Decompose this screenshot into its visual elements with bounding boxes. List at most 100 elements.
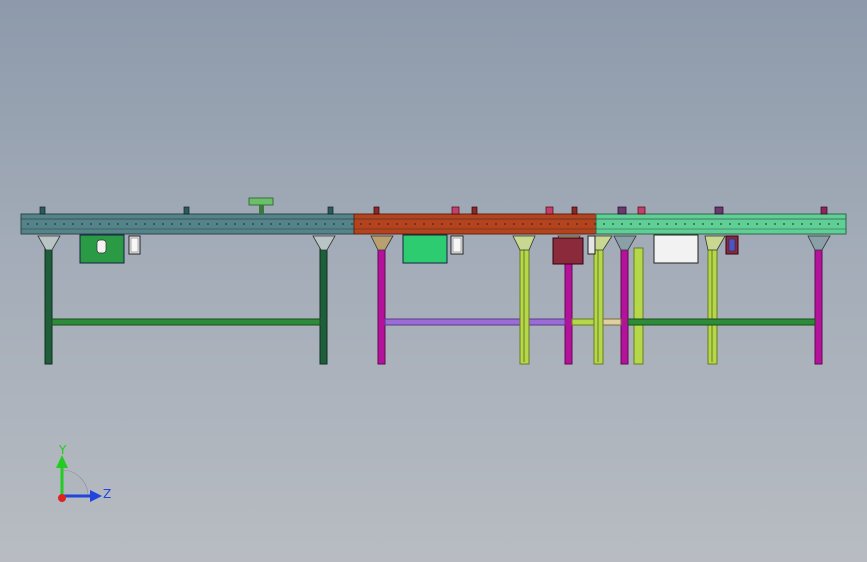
z-axis-label: Z bbox=[103, 487, 111, 501]
rail-bolt-hole bbox=[63, 223, 65, 225]
triad-arc bbox=[61, 469, 89, 497]
rail-bolt-hole bbox=[351, 223, 353, 225]
rail-bolt-hole bbox=[36, 223, 38, 225]
rail-bolt-hole bbox=[252, 223, 254, 225]
axis-triad[interactable]: Y Z bbox=[56, 443, 111, 502]
rail-bolt-hole bbox=[603, 223, 605, 225]
legs-section-2 bbox=[377, 247, 573, 365]
rail-bolt-hole bbox=[369, 223, 371, 225]
rail-bolt-hole bbox=[396, 223, 398, 225]
rail-bolt-hole bbox=[531, 223, 533, 225]
rail-bolt-hole bbox=[630, 223, 632, 225]
cad-viewport[interactable]: Y Z bbox=[0, 0, 867, 562]
rail-bolt-hole bbox=[801, 223, 803, 225]
rail-bolt-hole bbox=[288, 223, 290, 225]
rail-bolt-hole bbox=[261, 223, 263, 225]
rail-bolt-hole bbox=[504, 223, 506, 225]
rail-bolt-hole bbox=[765, 223, 767, 225]
rail-bolt-hole bbox=[459, 223, 461, 225]
rail-bolt-hole bbox=[45, 223, 47, 225]
rail-bolt-hole bbox=[333, 223, 335, 225]
rail-bolt-hole bbox=[117, 223, 119, 225]
rail-bolt-hole bbox=[756, 223, 758, 225]
rail-bolt-hole bbox=[693, 223, 695, 225]
rail-bolt-hole bbox=[234, 223, 236, 225]
rail-bolt-hole bbox=[198, 223, 200, 225]
rail-bolt-hole bbox=[837, 223, 839, 225]
x-axis-dot bbox=[58, 494, 66, 502]
rail-bolt-hole bbox=[594, 223, 596, 225]
rail-bolt-hole bbox=[441, 223, 443, 225]
rail-bolt-hole bbox=[108, 223, 110, 225]
rail-bolt-hole bbox=[54, 223, 56, 225]
rail-bolt-hole bbox=[414, 223, 416, 225]
y-axis-label: Y bbox=[58, 443, 67, 457]
rail-bolt-hole bbox=[126, 223, 128, 225]
rail-bolt-hole bbox=[621, 223, 623, 225]
rail-bolt-hole bbox=[378, 223, 380, 225]
rail-bolt-hole bbox=[684, 223, 686, 225]
rail-bolt-hole bbox=[495, 223, 497, 225]
rail-bolt-hole bbox=[450, 223, 452, 225]
rail-bolt-hole bbox=[747, 223, 749, 225]
rail-bolt-hole bbox=[828, 223, 830, 225]
rail-bolt-hole bbox=[729, 223, 731, 225]
legs-section-1 bbox=[44, 247, 328, 365]
rail-bolt-hole bbox=[315, 223, 317, 225]
rail-bolt-hole bbox=[567, 223, 569, 225]
z-axis-arrowhead bbox=[90, 490, 102, 502]
rail-bolt-hole bbox=[639, 223, 641, 225]
rail-bolt-hole bbox=[216, 223, 218, 225]
rail-bolt-hole bbox=[270, 223, 272, 225]
rail-bolt-hole bbox=[702, 223, 704, 225]
rail-bolt-hole bbox=[306, 223, 308, 225]
rail-bolt-hole bbox=[180, 223, 182, 225]
rail-bolt-hole bbox=[405, 223, 407, 225]
rail-bolt-hole bbox=[153, 223, 155, 225]
rail-bolt-hole bbox=[486, 223, 488, 225]
rail-bolt-hole bbox=[297, 223, 299, 225]
rail-bolt-hole bbox=[585, 223, 587, 225]
rail-bolt-hole bbox=[27, 223, 29, 225]
conveyor-bed bbox=[20, 213, 847, 235]
rail-bolt-hole bbox=[711, 223, 713, 225]
rail-bolt-hole bbox=[342, 223, 344, 225]
rail-bolt-hole bbox=[783, 223, 785, 225]
top-fittings bbox=[39, 197, 828, 215]
rail-bolt-hole bbox=[171, 223, 173, 225]
rail-bolt-hole bbox=[99, 223, 101, 225]
rail-bolt-hole bbox=[423, 223, 425, 225]
rail-bolt-hole bbox=[387, 223, 389, 225]
rail-bolt-hole bbox=[207, 223, 209, 225]
rail-bolt-hole bbox=[774, 223, 776, 225]
rail-bolt-hole bbox=[324, 223, 326, 225]
rail-bolt-hole bbox=[819, 223, 821, 225]
rail-bolt-hole bbox=[279, 223, 281, 225]
rail-bolt-hole bbox=[675, 223, 677, 225]
rail-bolt-hole bbox=[648, 223, 650, 225]
rail-bolt-hole bbox=[468, 223, 470, 225]
rail-bolt-hole bbox=[612, 223, 614, 225]
rail-bolt-hole bbox=[657, 223, 659, 225]
rail-bolt-hole bbox=[432, 223, 434, 225]
rail-bolt-hole bbox=[477, 223, 479, 225]
rail-bolt-hole bbox=[162, 223, 164, 225]
rail-bolt-hole bbox=[81, 223, 83, 225]
rail-bolt-hole bbox=[189, 223, 191, 225]
rail-bolt-hole bbox=[540, 223, 542, 225]
rail-bolt-hole bbox=[558, 223, 560, 225]
rail-bolt-hole bbox=[549, 223, 551, 225]
rail-bolt-hole bbox=[666, 223, 668, 225]
rail-bolt-hole bbox=[522, 223, 524, 225]
rail-bolt-hole bbox=[792, 223, 794, 225]
rail-bolt-hole bbox=[738, 223, 740, 225]
rail-bolt-hole bbox=[576, 223, 578, 225]
rail-bolt-hole bbox=[135, 223, 137, 225]
legs-section-3 bbox=[571, 247, 823, 365]
rail-bolt-hole bbox=[513, 223, 515, 225]
rail-bolt-hole bbox=[810, 223, 812, 225]
rail-bolt-hole bbox=[225, 223, 227, 225]
conveyor-assembly-drawing: Y Z bbox=[20, 197, 847, 502]
rail-bolt-hole bbox=[243, 223, 245, 225]
rail-bolt-hole bbox=[72, 223, 74, 225]
